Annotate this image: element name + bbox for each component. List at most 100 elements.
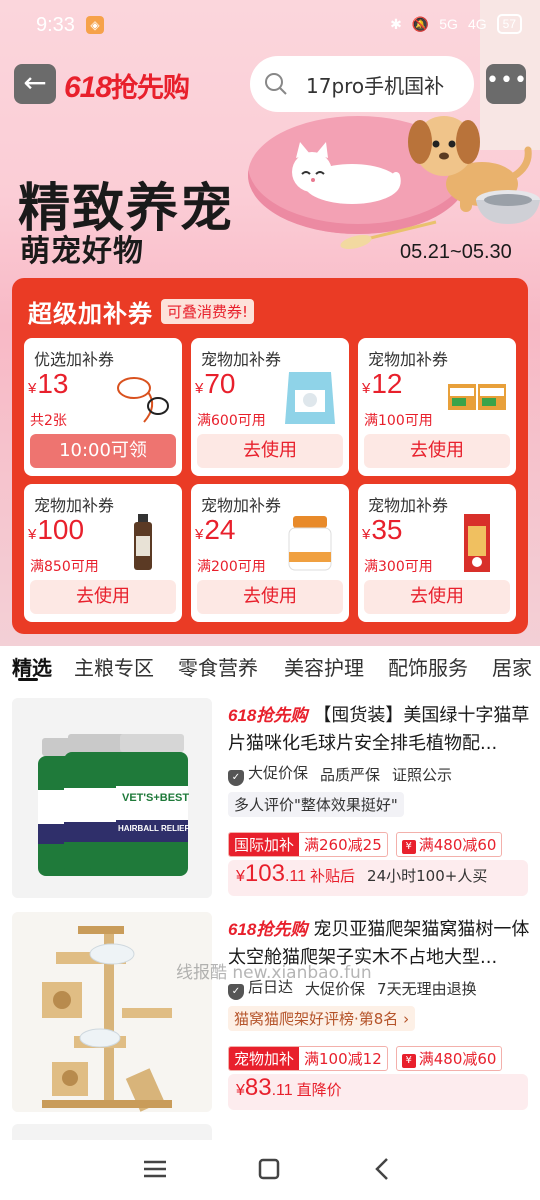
hero-date-range: 05.21~05.30 [400,241,512,263]
coupon-card[interactable]: 宠物加补券 ¥100 满850可用 去使用 [24,484,182,622]
coupon-condition: 满200可用 [197,559,266,575]
price-label: 直降价 [296,1081,342,1099]
coupon-condition: 共2张 [30,413,67,429]
promo-subsidy: 国际加补 满260减25 [228,832,388,857]
tab-featured[interactable]: 精选 [12,652,52,681]
product-price: ¥103.11 [236,860,307,887]
coupon-card[interactable]: 宠物加补券 ¥70 满600可用 去使用 [191,338,349,476]
status-time: 9:33 [36,14,75,36]
supplement-jar-icon [288,516,332,571]
product-image-subtitle: HAIRBALL RELIEF [118,824,190,833]
coupon-card[interactable]: 宠物加补券 ¥35 满300可用 去使用 [358,484,516,622]
coupon-name: 宠物加补券 [201,496,282,515]
product-service-tags: ✓ 大促价保 品质严保 证照公示 [228,762,452,786]
coupon-use-button[interactable]: 去使用 [197,434,343,468]
tab-home[interactable]: 居家 [492,652,532,681]
search-bar[interactable]: 17pro手机国补 [250,56,474,112]
promo-discount: ¥ 满480减60 [395,832,503,857]
cat-tree-image [12,912,212,1112]
signal-4g-label: 4G [467,16,487,32]
product-brand-tag: 618抢先购 [228,706,308,725]
snack-bag-icon [464,514,490,572]
status-indicators: ✱ 🔕 5G 4G 57 [390,14,522,34]
coupon-amount: ¥35 [362,514,403,545]
coupon-card[interactable]: 宠物加补券 ¥24 满200可用 去使用 [191,484,349,622]
coupon-use-button[interactable]: 去使用 [364,434,510,468]
bluetooth-icon: ✱ [390,15,402,32]
sales-info: 24小时100+人买 [367,867,488,885]
ranking-badge[interactable]: 猫窝猫爬架好评榜·第8名 › [228,1006,416,1031]
app-notification-icon: ◈ [86,16,104,34]
product-title[interactable]: 618抢先购 【囤货装】美国绿十字猫草片猫咪化毛球片安全排毛植物配... [228,702,530,758]
leash-icon [117,377,169,423]
product-card[interactable]: 618抢先购 宠贝亚猫爬架猫窝猫树一体太空舱猫爬架子实木不占地大型... ✓ 后日达… [0,912,540,1118]
gift-icon: ¥ [401,1054,416,1068]
coupon-amount: ¥13 [28,368,69,399]
coupon-name: 宠物加补券 [201,350,282,369]
coupon-condition: 满850可用 [30,559,99,575]
service-tag: ✓ 大促价保 [228,762,308,786]
coupon-condition: 满100可用 [364,413,433,429]
coupon-name: 优选加补券 [34,350,115,369]
service-tag: 证照公示 [392,765,453,784]
promo-row: 国际加补 满260减25 ¥ 满480减60 [228,832,503,857]
product-card[interactable]: VET'S+BEST HAIRBALL RELIEF 618抢先购 【囤货装】美国… [0,698,540,904]
coupon-tag: 可叠消费券! [161,299,255,324]
coupon-use-button[interactable]: 去使用 [364,580,510,614]
category-tabs: 精选 主粮专区 零食营养 美容护理 配饰服务 居家 [0,646,540,686]
back-arrow-icon: ← [23,66,47,99]
coupon-amount: ¥100 [28,514,85,545]
status-bar: 9:33 ◈ ✱ 🔕 5G 4G 57 [0,0,540,50]
more-options-button[interactable]: ••• [486,64,527,104]
top-nav: ← 618抢先购 17pro手机国补 ••• [0,56,540,112]
search-input[interactable]: 17pro手机国补 [306,70,444,99]
tab-staple-food[interactable]: 主粮专区 [74,652,154,681]
coupon-header: 超级加补券 可叠消费券! [28,294,255,329]
coupon-claim-button[interactable]: 10:00可领 [30,434,176,468]
coupon-use-button[interactable]: 去使用 [197,580,343,614]
search-icon [265,73,287,95]
price-label: 补贴后 [310,867,356,885]
product-brand-tag: 618抢先购 [228,920,308,939]
price-row: ¥103.11 补贴后 24小时100+人买 [228,860,528,896]
tab-accessories[interactable]: 配饰服务 [388,652,468,681]
service-tag: 品质严保 [320,765,381,784]
home-icon[interactable] [254,1154,284,1184]
shampoo-bottle-icon [134,514,152,570]
bowl-illustration [476,190,540,224]
battery-indicator: 57 [496,14,522,34]
coupon-title: 超级加补券 [28,300,153,328]
coupon-card[interactable]: 宠物加补券 ¥12 满100可用 去使用 [358,338,516,476]
coupon-condition: 满300可用 [364,559,433,575]
review-badge: 多人评价"整体效果挺好" [228,792,404,817]
coupon-amount: ¥24 [195,514,236,545]
hero-banner: 9:33 ◈ ✱ 🔕 5G 4G 57 ← 618抢先购 17pro手机国补 •… [0,0,540,650]
treat-box-icon [448,384,506,410]
promo-subsidy: 宠物加补 满100减12 [228,1046,388,1071]
system-navigation-bar [0,1140,540,1200]
cat-illustration [292,142,401,204]
brand-text: 抢先购 [111,73,190,104]
coupon-use-button[interactable]: 去使用 [30,580,176,614]
tab-snacks[interactable]: 零食营养 [178,652,258,681]
product-image[interactable]: VET'S+BEST HAIRBALL RELIEF [12,698,212,898]
promo-row: 宠物加补 满100减12 ¥ 满480减60 [228,1046,503,1071]
mute-icon: 🔕 [411,15,430,32]
back-button[interactable]: ← [14,64,56,104]
service-tag: 7天无理由退换 [377,979,477,998]
product-image[interactable] [12,912,212,1112]
coupon-name: 宠物加补券 [34,496,115,515]
brand-logo: 618抢先购 [64,66,190,105]
hero-subtitle: 萌宠好物 [20,234,144,269]
brand-number: 618 [64,71,112,104]
product-image-brand: VET'S+BEST [122,792,190,804]
tab-active-indicator [18,678,38,681]
menu-icon[interactable] [140,1154,170,1184]
gift-icon: ¥ [401,840,416,854]
coupon-amount: ¥12 [362,368,403,399]
coupon-name: 宠物加补券 [368,350,449,369]
coupon-card[interactable]: 优选加补券 ¥13 共2张 10:00可领 [24,338,182,476]
back-icon[interactable] [368,1154,398,1184]
tab-grooming[interactable]: 美容护理 [284,652,364,681]
shield-icon: ✓ [228,984,244,1000]
